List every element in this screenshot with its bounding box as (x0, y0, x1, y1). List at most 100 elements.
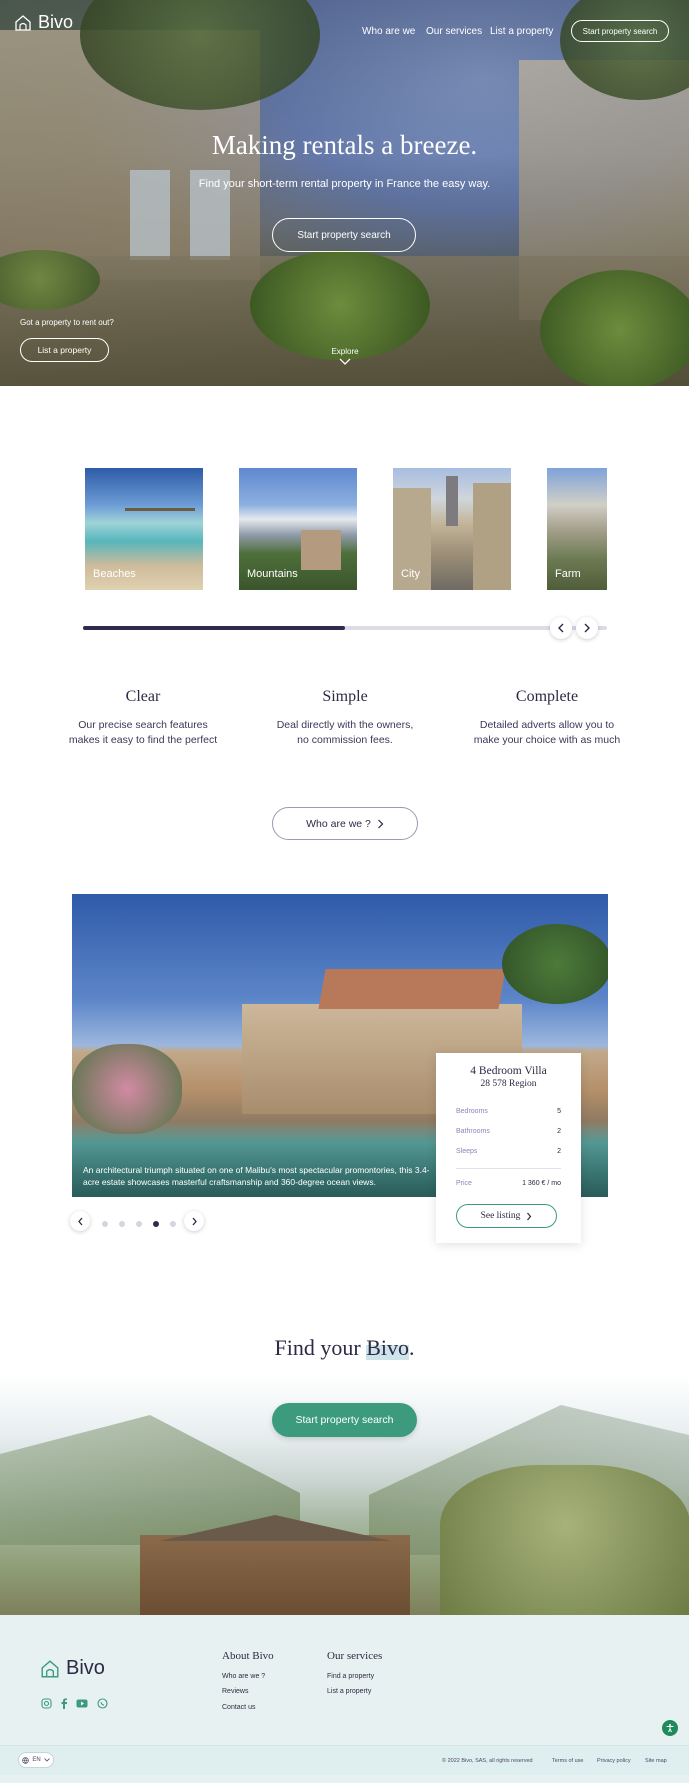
find-start-search-button[interactable]: Start property search (272, 1403, 417, 1437)
find-title-highlight: Bivo (366, 1335, 409, 1360)
carousel-progress (83, 626, 607, 630)
category-card-mountains[interactable]: Mountains (239, 468, 357, 590)
footer-about-heading: About Bivo (222, 1650, 274, 1662)
footer-link-reviews[interactable]: Reviews (222, 1688, 248, 1695)
feature-text: Detailed adverts allow you to make your … (473, 719, 621, 746)
brand-logo[interactable]: Bivo (14, 12, 73, 33)
see-listing-label: See listing (480, 1211, 521, 1221)
hero-bush (250, 250, 430, 360)
hero-bush (540, 270, 689, 386)
listing-row-bathrooms: Bathrooms 2 (456, 1128, 561, 1135)
spire (446, 476, 458, 526)
terms-link[interactable]: Terms of use (552, 1758, 583, 1764)
feature-title: Simple (322, 688, 368, 705)
category-label: City (401, 568, 420, 580)
category-card-city[interactable]: City (393, 468, 511, 590)
pagination-dot[interactable] (153, 1221, 159, 1227)
feature-text: Our precise search features makes it eas… (68, 719, 218, 746)
chevron-right-icon (527, 1212, 532, 1220)
row-key: Sleeps (456, 1148, 478, 1155)
nav-our-services[interactable]: Our services (426, 26, 482, 37)
pagination-dot[interactable] (119, 1221, 125, 1227)
pagination-dot[interactable] (170, 1221, 176, 1227)
category-card-farm[interactable]: Farm (547, 468, 607, 590)
nav-who-are-we[interactable]: Who are we (362, 26, 415, 37)
youtube-icon[interactable] (76, 1697, 88, 1709)
feature-text: Deal directly with the owners, no commis… (276, 719, 414, 746)
accessibility-button[interactable] (662, 1720, 678, 1736)
globe-icon (22, 1756, 30, 1764)
feature-title: Complete (515, 688, 579, 705)
feature-title: Clear (125, 688, 161, 705)
sitemap-link[interactable]: Site map (645, 1758, 667, 1764)
hero-start-search-button[interactable]: Start property search (272, 218, 416, 252)
explore-link[interactable]: Explore (319, 347, 371, 368)
listing-caption: An architectural triumph situated on one… (83, 1165, 430, 1187)
owner-prompt: Got a property to rent out? (20, 318, 114, 327)
row-value: 2 (557, 1148, 561, 1155)
footer-link-list[interactable]: List a property (327, 1688, 371, 1695)
whatsapp-icon[interactable] (96, 1697, 108, 1709)
accessibility-icon (666, 1724, 674, 1733)
row-value: 5 (557, 1108, 561, 1115)
chevron-right-icon (377, 819, 384, 828)
trees (440, 1465, 689, 1615)
building (473, 483, 511, 590)
footer-link-find[interactable]: Find a property (327, 1673, 374, 1680)
chevron-down-icon (43, 1758, 50, 1762)
listing-next-button[interactable] (184, 1211, 204, 1231)
listing-row-bedrooms: Bedrooms 5 (456, 1108, 561, 1115)
price-label: Price (456, 1180, 472, 1187)
category-label: Farm (555, 568, 581, 580)
nav-start-search-button[interactable]: Start property search (571, 20, 669, 42)
footer-link-contact[interactable]: Contact us (222, 1704, 255, 1711)
house-logo-icon (41, 1659, 59, 1677)
row-key: Bedrooms (456, 1108, 488, 1115)
chevron-left-icon (558, 623, 564, 633)
privacy-link[interactable]: Privacy policy (597, 1758, 631, 1764)
instagram-icon[interactable] (40, 1697, 52, 1709)
chevron-right-icon (584, 623, 590, 633)
listing-card: 4 Bedroom Villa 28 578 Region Bedrooms 5… (436, 1053, 581, 1243)
chevron-down-icon (339, 358, 351, 365)
hero-title: Making rentals a breeze. (211, 130, 478, 160)
find-your-bivo-title: Find your Bivo. (0, 1335, 689, 1361)
feature-clear: Clear Our precise search features makes … (68, 688, 218, 748)
chalet (301, 530, 341, 570)
see-listing-button[interactable]: See listing (456, 1204, 557, 1228)
facebook-icon[interactable] (58, 1697, 70, 1709)
category-label: Beaches (93, 568, 136, 580)
feature-simple: Simple Deal directly with the owners, no… (270, 688, 420, 748)
language-label: EN (32, 1757, 41, 1763)
pagination-dot[interactable] (102, 1221, 108, 1227)
carousel-prev-button[interactable] (550, 617, 572, 639)
listing-row-sleeps: Sleeps 2 (456, 1148, 561, 1155)
language-selector[interactable]: EN (18, 1752, 54, 1768)
footer-services-heading: Our services (327, 1650, 383, 1662)
listing-region: 28 578 Region (480, 1079, 537, 1089)
category-label: Mountains (247, 568, 298, 580)
footer-brand-name: Bivo (66, 1657, 105, 1679)
find-title-c: . (408, 1335, 415, 1360)
carousel-next-button[interactable] (576, 617, 598, 639)
card-divider (456, 1168, 561, 1169)
feature-complete: Complete Detailed adverts allow you to m… (472, 688, 622, 748)
chalet (140, 1535, 410, 1615)
row-key: Bathrooms (456, 1128, 490, 1135)
oleander (72, 1044, 182, 1134)
nav-list-property[interactable]: List a property (490, 26, 553, 37)
hero-section: Bivo Who are we Our services List a prop… (0, 0, 689, 386)
footer-bottom-bar: © 2022 Bivo, SAS, all rights reserved Te… (0, 1745, 689, 1775)
explore-label: Explore (331, 347, 359, 356)
hero-list-property-button[interactable]: List a property (20, 338, 109, 362)
villa-roof (318, 969, 506, 1009)
brand-name: Bivo (38, 12, 74, 32)
who-are-we-button[interactable]: Who are we ? (272, 807, 418, 840)
footer-link-who[interactable]: Who are we ? (222, 1673, 265, 1680)
footer-logo[interactable]: Bivo (40, 1657, 105, 1680)
category-card-beaches[interactable]: Beaches (85, 468, 203, 590)
hero-subtitle: Find your short-term rental property in … (198, 178, 491, 190)
pagination-dot[interactable] (136, 1221, 142, 1227)
house-logo-icon (15, 14, 31, 31)
row-value: 2 (557, 1128, 561, 1135)
